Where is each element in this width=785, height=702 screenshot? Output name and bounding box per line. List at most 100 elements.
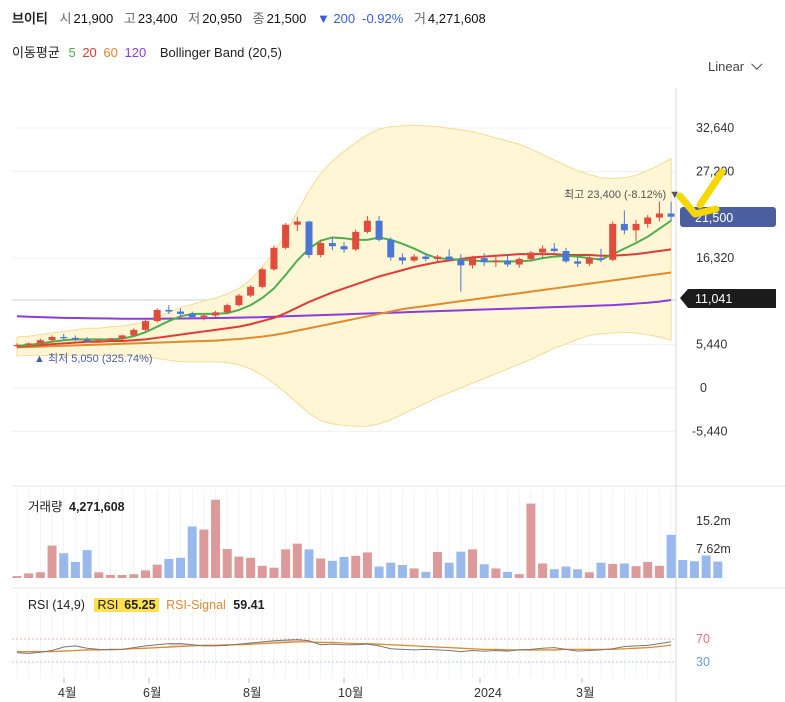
candle-body [609,223,617,260]
volume-bar [246,557,256,578]
volume-bar [666,534,676,578]
candle-body [352,231,360,250]
candle-body [153,309,161,322]
line-price-value: 11,041 [695,292,732,306]
candle-body [539,248,547,253]
volume-bar [596,562,606,578]
candle-body [328,243,336,247]
volume-bar [374,566,384,578]
candle-body [270,247,278,270]
volume-label: 거래량 [28,500,63,514]
candle-body [644,217,652,224]
candle-body [106,338,114,341]
volume-bar [24,573,34,578]
chart-canvas[interactable]: 32,64027,20016,3205,4400-5,4404월 6월 8월 10월 2… [0,0,785,702]
volume-panel-value: 4,271,608 [69,500,125,514]
candle-body [223,305,231,313]
candle-body [293,221,301,225]
candle-body [398,257,406,261]
volume-bar [129,574,139,578]
volume-bar [304,549,314,578]
rsi-params: RSI (14,9) [28,598,85,612]
candle-body [130,329,138,336]
candle-body [574,261,582,264]
volume-bar [444,562,454,578]
candle-body [445,256,453,260]
volume-bar [689,561,699,578]
volume-bar [526,503,536,578]
candle-body [25,343,33,345]
candle-body [165,309,173,312]
volume-bar [257,565,267,578]
candle-body [363,220,371,232]
candle-body [305,221,313,255]
rsi-signal-value: 59.41 [233,598,265,612]
x-axis-label: 2024 [474,686,502,700]
rsi-value: 65.25 [121,598,159,612]
candle-body [282,224,290,248]
candle-body [480,258,488,263]
candle-body [235,295,243,306]
candle-body [212,312,220,316]
low-annotation: ▲ 최저 5,050 (325.74%) [34,352,153,365]
volume-bar [421,571,431,578]
volume-bar [94,572,104,578]
volume-bar [47,545,57,578]
candle-body [527,252,535,259]
line-price-tag: 11,041 [680,289,776,308]
volume-bar [269,567,279,578]
x-axis-label: 10월 [338,686,363,700]
bollinger-fill [16,124,672,427]
candle-body [632,223,640,231]
x-axis-label: 4월 [58,686,76,700]
candle-body [95,340,103,342]
volume-bar [713,561,723,578]
volume-bar [654,565,664,578]
volume-bar [619,563,629,578]
price-tick-label: 0 [700,381,707,395]
volume-bar [327,560,337,578]
rsi-signal-label: RSI-Signal [166,598,226,612]
volume-bar [117,574,127,578]
price-tick-label: -5,440 [692,424,727,438]
candle-body [83,339,91,342]
x-axis-label: 3월 [576,686,594,700]
candle-body [620,223,628,231]
candle-body [60,337,68,339]
rsi-panel-label: RSI (14,9) RSI 65.25 RSI-Signal 59.41 [28,598,265,612]
volume-bar [678,560,688,578]
volume-panel-label: 거래량 4,271,608 [28,496,125,515]
volume-bar [631,566,641,578]
volume-bar [222,549,232,578]
volume-bar [643,561,653,578]
rsi-tick-30: 30 [696,655,710,669]
volume-bar [12,576,22,578]
candle-body [550,248,558,251]
volume-bar [234,556,244,578]
volume-bar [549,569,559,578]
candle-body [492,260,500,263]
candle-body [515,258,523,265]
volume-bar [316,558,326,578]
volume-bar [409,568,419,578]
volume-bar [701,555,711,578]
volume-bar [140,570,150,578]
volume-bar [573,569,583,578]
rsi-tick-70: 70 [696,632,710,646]
volume-bar [491,568,501,578]
volume-bar [187,526,197,578]
volume-bar [479,564,489,578]
candle-body [247,286,255,296]
volume-bar [82,550,92,578]
volume-bar [561,566,571,578]
candle-body [504,260,512,265]
candle-body [655,213,663,218]
volume-bar [164,558,174,578]
bollinger-band [16,124,672,427]
candle-body [375,220,383,240]
volume-bar [386,562,396,578]
candle-body [562,250,570,262]
volume-bar [362,552,372,578]
volume-bar [608,563,618,578]
candle-body [410,256,418,261]
